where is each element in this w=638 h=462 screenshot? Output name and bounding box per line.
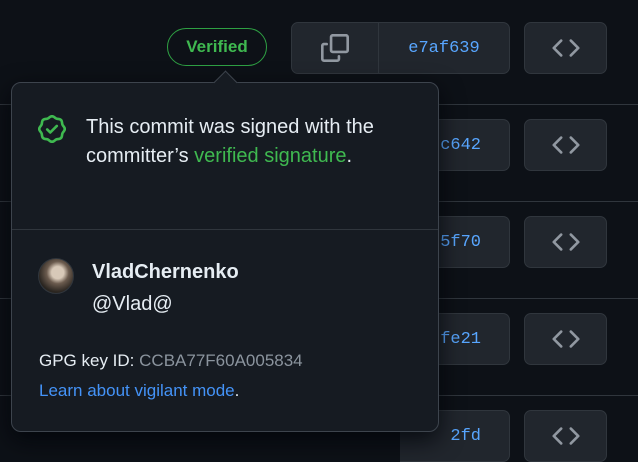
signature-message: This commit was signed with the committe… [86,113,406,171]
code-icon [551,39,580,57]
signature-popover: This commit was signed with the committe… [11,70,439,432]
signature-message-end: . [346,145,353,167]
gpg-key-line: GPG key ID: CCBA77F60A005834 [39,351,303,371]
browse-code-button[interactable] [524,410,607,462]
learn-line-end: . [234,381,240,400]
verified-check-icon [38,115,66,143]
learn-line: Learn about vigilant mode. [39,381,239,401]
copy-icon [321,34,349,62]
code-icon [551,427,580,445]
code-icon [551,136,580,154]
commit-sha-link[interactable]: e7af639 [379,23,509,73]
code-icon [551,233,580,251]
avatar[interactable] [38,258,74,294]
browse-code-button[interactable] [524,119,607,171]
gpg-key-id: CCBA77F60A005834 [139,351,303,370]
code-icon [551,330,580,348]
copy-sha-button[interactable] [292,23,379,73]
browse-code-button[interactable] [524,22,607,74]
committer-handle: @Vlad@ [92,293,173,315]
verified-badge[interactable]: Verified [167,28,267,66]
committer-name[interactable]: VladChernenko [92,261,239,284]
verified-signature-link[interactable]: verified signature [194,145,346,167]
commit-button-group: e7af639 [291,22,510,74]
gpg-key-label: GPG key ID: [39,351,140,370]
popover-header: This commit was signed with the committe… [12,83,438,230]
browse-code-button[interactable] [524,216,607,268]
vigilant-mode-link[interactable]: Learn about vigilant mode [39,381,235,400]
browse-code-button[interactable] [524,313,607,365]
